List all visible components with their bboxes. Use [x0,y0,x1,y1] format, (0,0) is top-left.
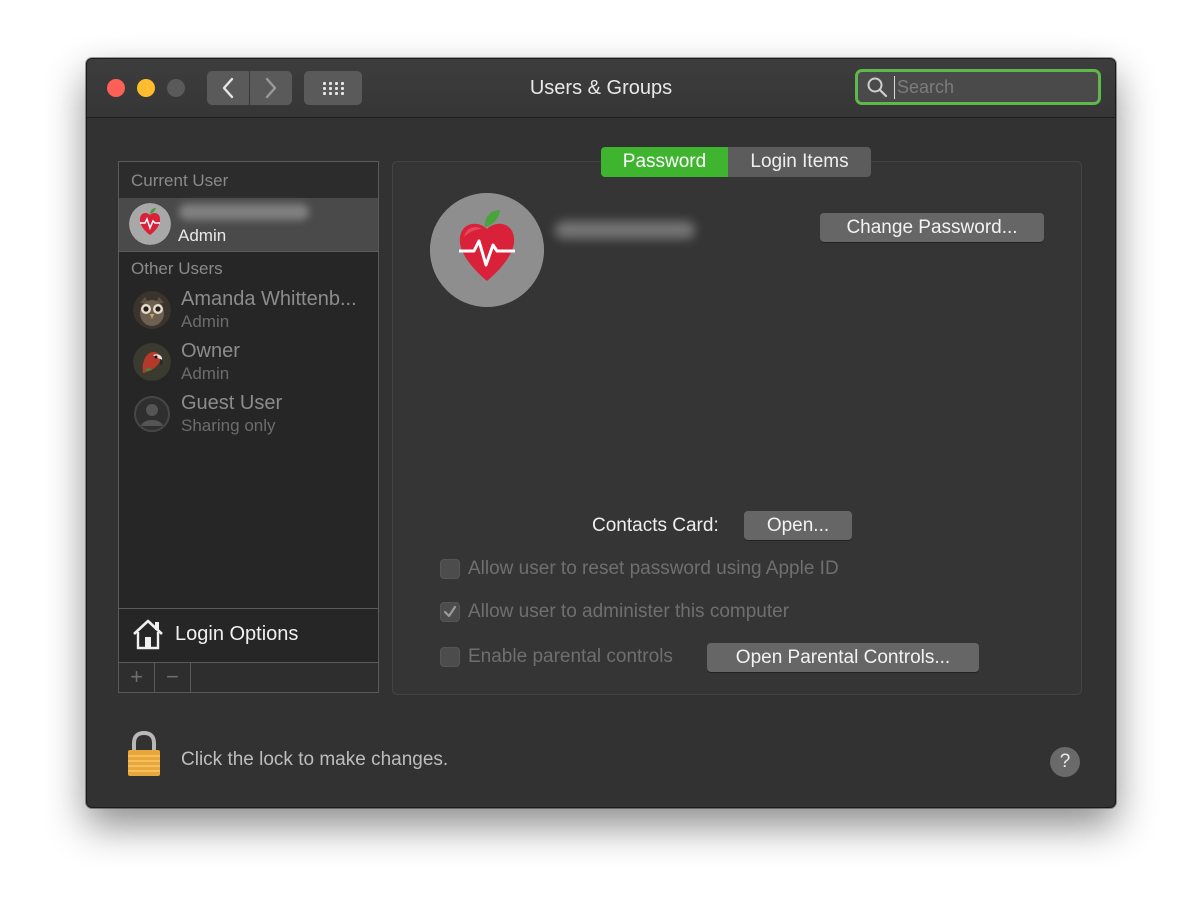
reset-password-option[interactable]: Allow user to reset password using Apple… [440,558,839,580]
checkmark-icon [443,605,457,618]
user-picture[interactable] [430,193,544,307]
contacts-card-label: Contacts Card: [592,515,719,536]
help-button[interactable]: ? [1050,747,1080,777]
lock-icon[interactable] [125,731,163,777]
tab-login-items[interactable]: Login Items [728,147,871,177]
house-icon [133,619,163,650]
search-icon [867,77,888,98]
open-contacts-card-button[interactable]: Open... [744,511,852,540]
apple-heart-icon [430,193,544,307]
user-role: Admin [181,312,230,331]
title-bar: Users & Groups [87,59,1115,118]
user-row-guest[interactable]: Guest User Sharing only [119,390,378,442]
current-user-avatar [129,203,171,245]
tab-bar: Password Login Items [601,147,871,177]
user-name: Owner [181,340,240,362]
remove-user-button[interactable]: − [155,663,191,692]
parental-option[interactable]: Enable parental controls [440,646,673,668]
user-name-blurred [555,221,695,239]
tab-password[interactable]: Password [601,147,728,177]
reset-password-label: Allow user to reset password using Apple… [468,558,839,579]
owl-avatar [133,291,171,329]
user-row-owner[interactable]: Owner Admin [119,338,378,390]
user-name: Guest User [181,392,283,414]
current-user-role: Admin [178,226,227,245]
list-toolbar: + − [119,662,378,692]
login-options-label: Login Options [175,623,299,645]
current-user-name-blurred [179,204,309,220]
parental-checkbox[interactable] [440,647,460,667]
administer-checkbox[interactable] [440,602,460,622]
user-row-amanda[interactable]: Amanda Whittenb... Admin [119,286,378,338]
guest-avatar [133,395,171,433]
change-password-button[interactable]: Change Password... [820,213,1044,242]
parrot-avatar [133,343,171,381]
current-user-row[interactable]: Admin [119,198,378,252]
parental-label: Enable parental controls [468,646,673,667]
current-user-header: Current User [119,162,378,198]
add-user-button[interactable]: + [119,663,155,692]
users-groups-window: Users & Groups Current User Admin Other … [86,58,1116,808]
reset-password-checkbox[interactable] [440,559,460,579]
login-options-row[interactable]: Login Options [119,608,378,662]
user-role: Sharing only [181,416,276,435]
user-role: Admin [181,364,230,383]
other-users-header: Other Users [131,259,223,278]
lock-message: Click the lock to make changes. [181,749,449,770]
user-list: Current User Admin Other Users Amanda Wh… [118,161,379,693]
open-parental-controls-button[interactable]: Open Parental Controls... [707,643,979,672]
search-input[interactable] [894,75,1089,99]
user-name: Amanda Whittenb... [181,288,357,310]
search-field[interactable] [855,69,1101,105]
administer-option[interactable]: Allow user to administer this computer [440,601,789,623]
administer-label: Allow user to administer this computer [468,601,790,622]
